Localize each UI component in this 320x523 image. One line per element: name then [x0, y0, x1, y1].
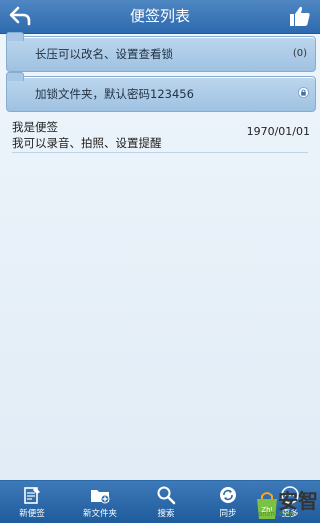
watermark-subtext: anzhi.com [258, 510, 294, 518]
page-title: 便签列表 [129, 7, 190, 25]
anzhi-watermark: ZhI 安智 anzhi.com [254, 486, 320, 522]
folder-name: 加锁文件夹，默认密码123456 [35, 87, 194, 101]
new-folder-label: 新文件夹 [82, 509, 117, 519]
note-preview: 我可以录音、拍照、设置提醒 [12, 136, 162, 150]
note-title: 我是便签 [12, 120, 58, 134]
new-note-label: 新便签 [19, 509, 45, 519]
note-item[interactable]: 我是便签 我可以录音、拍照、设置提醒 1970/01/01 [0, 115, 320, 153]
folder-tab-decoration [6, 72, 24, 81]
locked-folder-item[interactable]: 加锁文件夹，默认密码123456 [6, 72, 316, 112]
thumbs-up-icon[interactable] [288, 4, 312, 28]
new-folder-icon [91, 490, 110, 504]
sync-label: 同步 [219, 509, 237, 519]
note-date: 1970/01/01 [246, 125, 310, 138]
folder-tab-decoration [6, 32, 24, 41]
title-bar: 便签列表 [0, 0, 320, 34]
sync-button[interactable]: 同步 [196, 481, 260, 523]
search-icon [157, 486, 176, 505]
new-note-icon [24, 487, 40, 504]
new-note-button[interactable]: 新便签 [0, 481, 64, 523]
search-label: 搜索 [157, 509, 175, 519]
folder-name: 长压可以改名、设置查看锁 [35, 47, 173, 61]
folder-count: (0) [292, 48, 307, 59]
sync-icon [220, 487, 236, 503]
folder-item[interactable]: 长压可以改名、设置查看锁 (0) [6, 32, 316, 72]
lock-icon [298, 87, 309, 98]
search-button[interactable]: 搜索 [134, 481, 198, 523]
note-list: 长压可以改名、设置查看锁 (0) 加锁文件夹，默认密码123456 我是便签 我… [0, 32, 320, 480]
divider [12, 152, 308, 153]
new-folder-button[interactable]: 新文件夹 [68, 481, 132, 523]
